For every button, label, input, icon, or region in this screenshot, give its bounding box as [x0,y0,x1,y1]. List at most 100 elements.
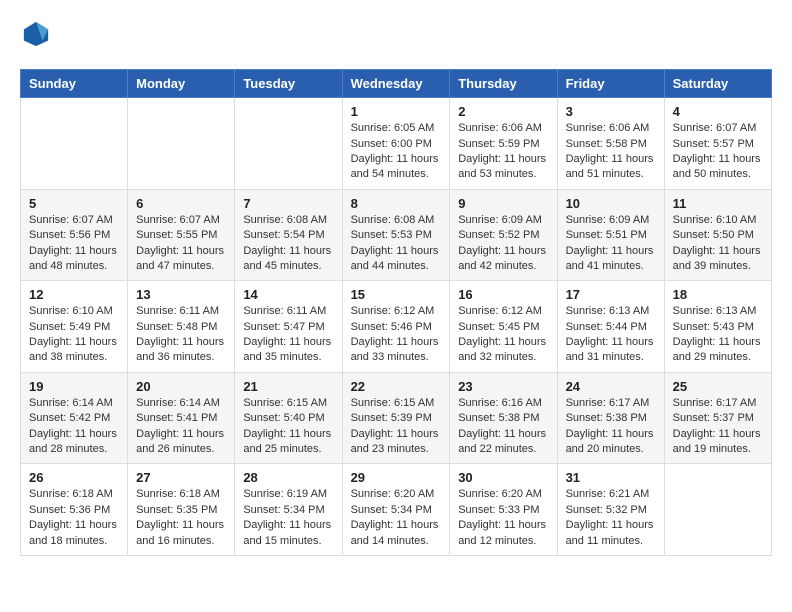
day-info: Sunrise: 6:11 AM Sunset: 5:48 PM Dayligh… [136,304,226,366]
calendar-cell: 28 Sunrise: 6:19 AM Sunset: 5:34 PM Dayli… [235,464,342,556]
calendar-cell: 3 Sunrise: 6:06 AM Sunset: 5:58 PM Daylig… [557,98,664,190]
day-number: 28 [243,470,333,485]
calendar-cell: 7 Sunrise: 6:08 AM Sunset: 5:54 PM Daylig… [235,189,342,281]
day-info: Sunrise: 6:07 AM Sunset: 5:56 PM Dayligh… [29,213,119,275]
calendar-cell: 19 Sunrise: 6:14 AM Sunset: 5:42 PM Dayli… [21,372,128,464]
day-info: Sunrise: 6:15 AM Sunset: 5:39 PM Dayligh… [351,396,442,458]
calendar-week-2: 5Sunrise: 6:07 AM Sunset: 5:56 PM Daylig… [21,189,772,281]
day-info: Sunrise: 6:10 AM Sunset: 5:49 PM Dayligh… [29,304,119,366]
weekday-header-tuesday: Tuesday [235,70,342,98]
day-number: 27 [136,470,226,485]
weekday-header-monday: Monday [128,70,235,98]
calendar-cell: 6 Sunrise: 6:07 AM Sunset: 5:55 PM Daylig… [128,189,235,281]
day-number: 17 [566,287,656,302]
day-number: 22 [351,379,442,394]
day-number: 10 [566,196,656,211]
day-info: Sunrise: 6:19 AM Sunset: 5:34 PM Dayligh… [243,487,333,549]
day-number: 1 [351,104,442,119]
day-info: Sunrise: 6:16 AM Sunset: 5:38 PM Dayligh… [458,396,548,458]
day-info: Sunrise: 6:14 AM Sunset: 5:41 PM Dayligh… [136,396,226,458]
day-number: 6 [136,196,226,211]
day-info: Sunrise: 6:17 AM Sunset: 5:37 PM Dayligh… [673,396,763,458]
calendar-cell: 26 Sunrise: 6:18 AM Sunset: 5:36 PM Dayli… [21,464,128,556]
day-info: Sunrise: 6:05 AM Sunset: 6:00 PM Dayligh… [351,121,442,183]
day-number: 21 [243,379,333,394]
day-info: Sunrise: 6:12 AM Sunset: 5:45 PM Dayligh… [458,304,548,366]
day-number: 24 [566,379,656,394]
calendar-week-5: 26 Sunrise: 6:18 AM Sunset: 5:36 PM Dayli… [21,464,772,556]
day-number: 7 [243,196,333,211]
calendar-week-4: 19 Sunrise: 6:14 AM Sunset: 5:42 PM Dayli… [21,372,772,464]
calendar-cell: 14Sunrise: 6:11 AM Sunset: 5:47 PM Dayli… [235,281,342,373]
calendar-cell: 17 Sunrise: 6:13 AM Sunset: 5:44 PM Dayli… [557,281,664,373]
day-info: Sunrise: 6:08 AM Sunset: 5:53 PM Dayligh… [351,213,442,275]
calendar-cell: 18 Sunrise: 6:13 AM Sunset: 5:43 PM Dayli… [664,281,771,373]
weekday-header-wednesday: Wednesday [342,70,450,98]
calendar-cell [21,98,128,190]
calendar-cell [664,464,771,556]
day-number: 13 [136,287,226,302]
calendar-cell [128,98,235,190]
calendar-cell: 15Sunrise: 6:12 AM Sunset: 5:46 PM Dayli… [342,281,450,373]
day-number: 25 [673,379,763,394]
day-info: Sunrise: 6:15 AM Sunset: 5:40 PM Dayligh… [243,396,333,458]
calendar-cell: 31 Sunrise: 6:21 AM Sunset: 5:32 PM Dayli… [557,464,664,556]
calendar-cell: 29 Sunrise: 6:20 AM Sunset: 5:34 PM Dayli… [342,464,450,556]
calendar-cell: 8Sunrise: 6:08 AM Sunset: 5:53 PM Daylig… [342,189,450,281]
calendar-cell: 12Sunrise: 6:10 AM Sunset: 5:49 PM Dayli… [21,281,128,373]
calendar-cell: 10 Sunrise: 6:09 AM Sunset: 5:51 PM Dayli… [557,189,664,281]
day-info: Sunrise: 6:21 AM Sunset: 5:32 PM Dayligh… [566,487,656,549]
day-info: Sunrise: 6:17 AM Sunset: 5:38 PM Dayligh… [566,396,656,458]
day-info: Sunrise: 6:13 AM Sunset: 5:44 PM Dayligh… [566,304,656,366]
weekday-header-thursday: Thursday [450,70,557,98]
weekday-header-saturday: Saturday [664,70,771,98]
calendar-cell [235,98,342,190]
calendar-cell: 25 Sunrise: 6:17 AM Sunset: 5:37 PM Dayli… [664,372,771,464]
day-info: Sunrise: 6:18 AM Sunset: 5:35 PM Dayligh… [136,487,226,549]
calendar-week-3: 12Sunrise: 6:10 AM Sunset: 5:49 PM Dayli… [21,281,772,373]
calendar-cell: 2 Sunrise: 6:06 AM Sunset: 5:59 PM Daylig… [450,98,557,190]
calendar-cell: 13 Sunrise: 6:11 AM Sunset: 5:48 PM Dayli… [128,281,235,373]
day-number: 18 [673,287,763,302]
day-number: 31 [566,470,656,485]
day-info: Sunrise: 6:06 AM Sunset: 5:59 PM Dayligh… [458,121,548,183]
day-number: 9 [458,196,548,211]
calendar-cell: 30Sunrise: 6:20 AM Sunset: 5:33 PM Dayli… [450,464,557,556]
day-info: Sunrise: 6:18 AM Sunset: 5:36 PM Dayligh… [29,487,119,549]
day-number: 30 [458,470,548,485]
page-header [20,20,772,53]
logo [20,20,50,53]
day-info: Sunrise: 6:13 AM Sunset: 5:43 PM Dayligh… [673,304,763,366]
day-number: 19 [29,379,119,394]
day-info: Sunrise: 6:11 AM Sunset: 5:47 PM Dayligh… [243,304,333,366]
calendar-cell: 16Sunrise: 6:12 AM Sunset: 5:45 PM Dayli… [450,281,557,373]
day-number: 3 [566,104,656,119]
day-info: Sunrise: 6:07 AM Sunset: 5:55 PM Dayligh… [136,213,226,275]
calendar-cell: 5Sunrise: 6:07 AM Sunset: 5:56 PM Daylig… [21,189,128,281]
day-info: Sunrise: 6:08 AM Sunset: 5:54 PM Dayligh… [243,213,333,275]
day-number: 11 [673,196,763,211]
day-info: Sunrise: 6:09 AM Sunset: 5:52 PM Dayligh… [458,213,548,275]
calendar-cell: 22 Sunrise: 6:15 AM Sunset: 5:39 PM Dayli… [342,372,450,464]
day-number: 29 [351,470,442,485]
day-number: 2 [458,104,548,119]
calendar-cell: 9 Sunrise: 6:09 AM Sunset: 5:52 PM Daylig… [450,189,557,281]
calendar-table: SundayMondayTuesdayWednesdayThursdayFrid… [20,69,772,556]
calendar-body: 1 Sunrise: 6:05 AM Sunset: 6:00 PM Daylig… [21,98,772,556]
calendar-week-1: 1 Sunrise: 6:05 AM Sunset: 6:00 PM Daylig… [21,98,772,190]
day-info: Sunrise: 6:06 AM Sunset: 5:58 PM Dayligh… [566,121,656,183]
calendar-cell: 1 Sunrise: 6:05 AM Sunset: 6:00 PM Daylig… [342,98,450,190]
calendar-cell: 11 Sunrise: 6:10 AM Sunset: 5:50 PM Dayli… [664,189,771,281]
weekday-header-friday: Friday [557,70,664,98]
calendar-cell: 4Sunrise: 6:07 AM Sunset: 5:57 PM Daylig… [664,98,771,190]
day-info: Sunrise: 6:09 AM Sunset: 5:51 PM Dayligh… [566,213,656,275]
day-number: 23 [458,379,548,394]
calendar-cell: 27 Sunrise: 6:18 AM Sunset: 5:35 PM Dayli… [128,464,235,556]
day-info: Sunrise: 6:20 AM Sunset: 5:34 PM Dayligh… [351,487,442,549]
day-info: Sunrise: 6:12 AM Sunset: 5:46 PM Dayligh… [351,304,442,366]
day-info: Sunrise: 6:10 AM Sunset: 5:50 PM Dayligh… [673,213,763,275]
day-number: 26 [29,470,119,485]
calendar-cell: 24 Sunrise: 6:17 AM Sunset: 5:38 PM Dayli… [557,372,664,464]
day-info: Sunrise: 6:14 AM Sunset: 5:42 PM Dayligh… [29,396,119,458]
weekday-header-sunday: Sunday [21,70,128,98]
